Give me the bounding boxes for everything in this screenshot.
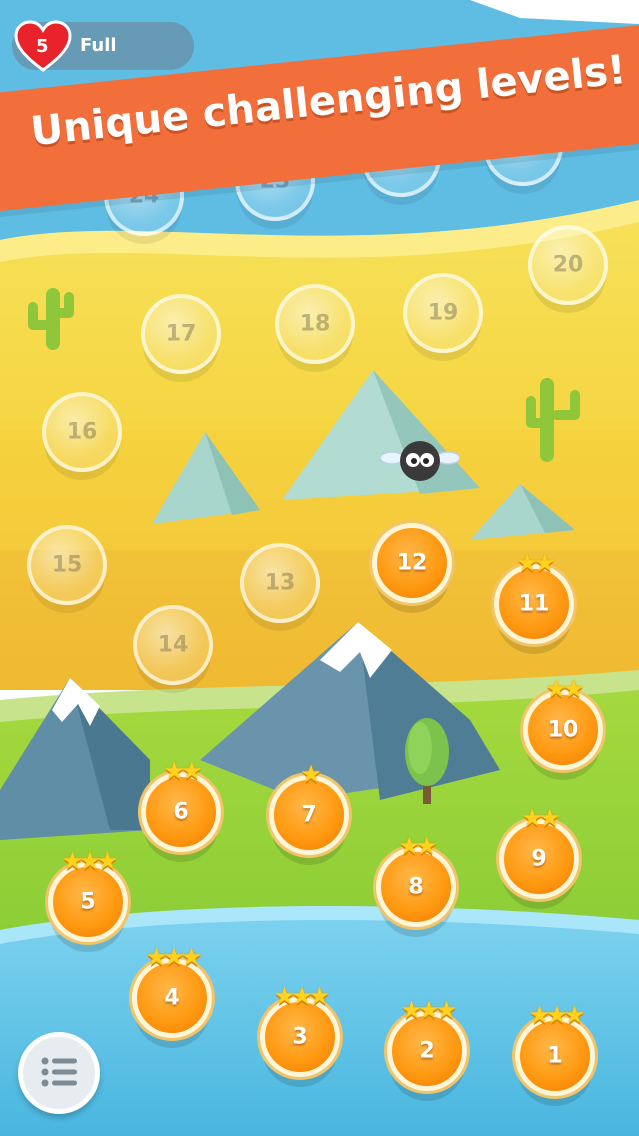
star-icon: ★: [79, 847, 100, 875]
star-icon: ★: [145, 943, 167, 971]
level-10-button[interactable]: 10 ★★: [523, 677, 603, 770]
star-icon: ★: [516, 549, 537, 577]
level-14-button[interactable]: 14: [133, 605, 213, 685]
level-17-button[interactable]: 17: [141, 294, 221, 374]
level-number: 10: [547, 717, 579, 743]
star-rating: ★★: [163, 757, 202, 785]
level-number: 19: [427, 300, 459, 326]
star-icon: ★: [563, 675, 584, 703]
level-4-button[interactable]: 4 ★★★: [132, 945, 212, 1038]
star-icon: ★: [163, 757, 184, 785]
star-icon: ★: [398, 832, 419, 860]
level-number: 8: [408, 874, 424, 900]
star-icon: ★: [416, 832, 437, 860]
level-9-button[interactable]: 9 ★★: [499, 806, 579, 899]
level-1-button[interactable]: 1 ★★★: [515, 1003, 595, 1096]
level-number: 20: [552, 252, 584, 278]
star-icon: ★: [534, 549, 555, 577]
star-icon: ★: [521, 804, 542, 832]
star-icon: ★: [435, 996, 457, 1024]
level-number: 6: [173, 799, 189, 825]
level-18-button[interactable]: 18: [275, 284, 355, 364]
level-number: 17: [165, 321, 197, 347]
level-6-button[interactable]: 6 ★★: [141, 759, 221, 852]
level-number: 5: [80, 889, 96, 915]
star-icon: ★: [300, 760, 321, 788]
star-icon: ★: [273, 982, 295, 1010]
level-number: 1: [547, 1043, 563, 1069]
level-number: 4: [164, 985, 180, 1011]
star-icon: ★: [180, 943, 202, 971]
star-rating: ★★: [516, 549, 555, 577]
star-icon: ★: [539, 804, 560, 832]
star-icon: ★: [528, 1001, 550, 1029]
star-icon: ★: [96, 847, 118, 875]
star-icon: ★: [61, 847, 83, 875]
star-icon: ★: [400, 996, 422, 1024]
level-number: 2: [419, 1038, 435, 1064]
star-rating: ★★★: [61, 847, 118, 875]
level-number: 16: [66, 419, 98, 445]
level-3-button[interactable]: 3 ★★★: [260, 984, 340, 1077]
star-rating: ★★★: [145, 943, 202, 971]
star-icon: ★: [181, 757, 202, 785]
level-2-button[interactable]: 2 ★★★: [387, 998, 467, 1091]
level-7-button[interactable]: 7 ★: [269, 762, 349, 855]
star-icon: ★: [563, 1001, 585, 1029]
star-rating: ★★★: [400, 996, 457, 1024]
level-20-button[interactable]: 20: [528, 225, 608, 305]
star-rating: ★★★: [273, 982, 330, 1010]
star-rating: ★★: [521, 804, 560, 832]
level-number: 15: [51, 552, 83, 578]
menu-button[interactable]: [18, 1032, 100, 1114]
level-number: 9: [531, 846, 547, 872]
level-15-button[interactable]: 15: [27, 525, 107, 605]
level-number: 18: [299, 311, 331, 337]
level-number: 7: [301, 802, 317, 828]
level-12-button[interactable]: 12: [372, 523, 452, 603]
level-number: 11: [518, 591, 550, 617]
lives-count: 5: [36, 36, 49, 57]
level-11-button[interactable]: 11 ★★: [494, 551, 574, 644]
level-5-button[interactable]: 5 ★★★: [48, 849, 128, 942]
star-icon: ★: [546, 1001, 567, 1029]
star-rating: ★: [300, 760, 321, 788]
star-icon: ★: [291, 982, 312, 1010]
level-16-button[interactable]: 16: [42, 392, 122, 472]
star-icon: ★: [308, 982, 330, 1010]
level-number: 12: [396, 550, 428, 576]
star-rating: ★★★: [528, 1001, 585, 1029]
level-number: 3: [292, 1024, 308, 1050]
level-number: 14: [157, 632, 189, 658]
list-menu-icon: [41, 1057, 77, 1087]
level-13-button[interactable]: 13: [240, 543, 320, 623]
star-rating: ★★: [398, 832, 437, 860]
star-icon: ★: [545, 675, 566, 703]
star-icon: ★: [163, 943, 184, 971]
level-8-button[interactable]: 8 ★★: [376, 834, 456, 927]
lives-indicator[interactable]: 5 Full: [12, 20, 194, 72]
star-rating: ★★: [545, 675, 584, 703]
star-icon: ★: [418, 996, 439, 1024]
level-number: 13: [264, 570, 296, 596]
lives-status: Full: [80, 35, 117, 56]
level-19-button[interactable]: 19: [403, 273, 483, 353]
flying-bug-character: [379, 436, 461, 486]
